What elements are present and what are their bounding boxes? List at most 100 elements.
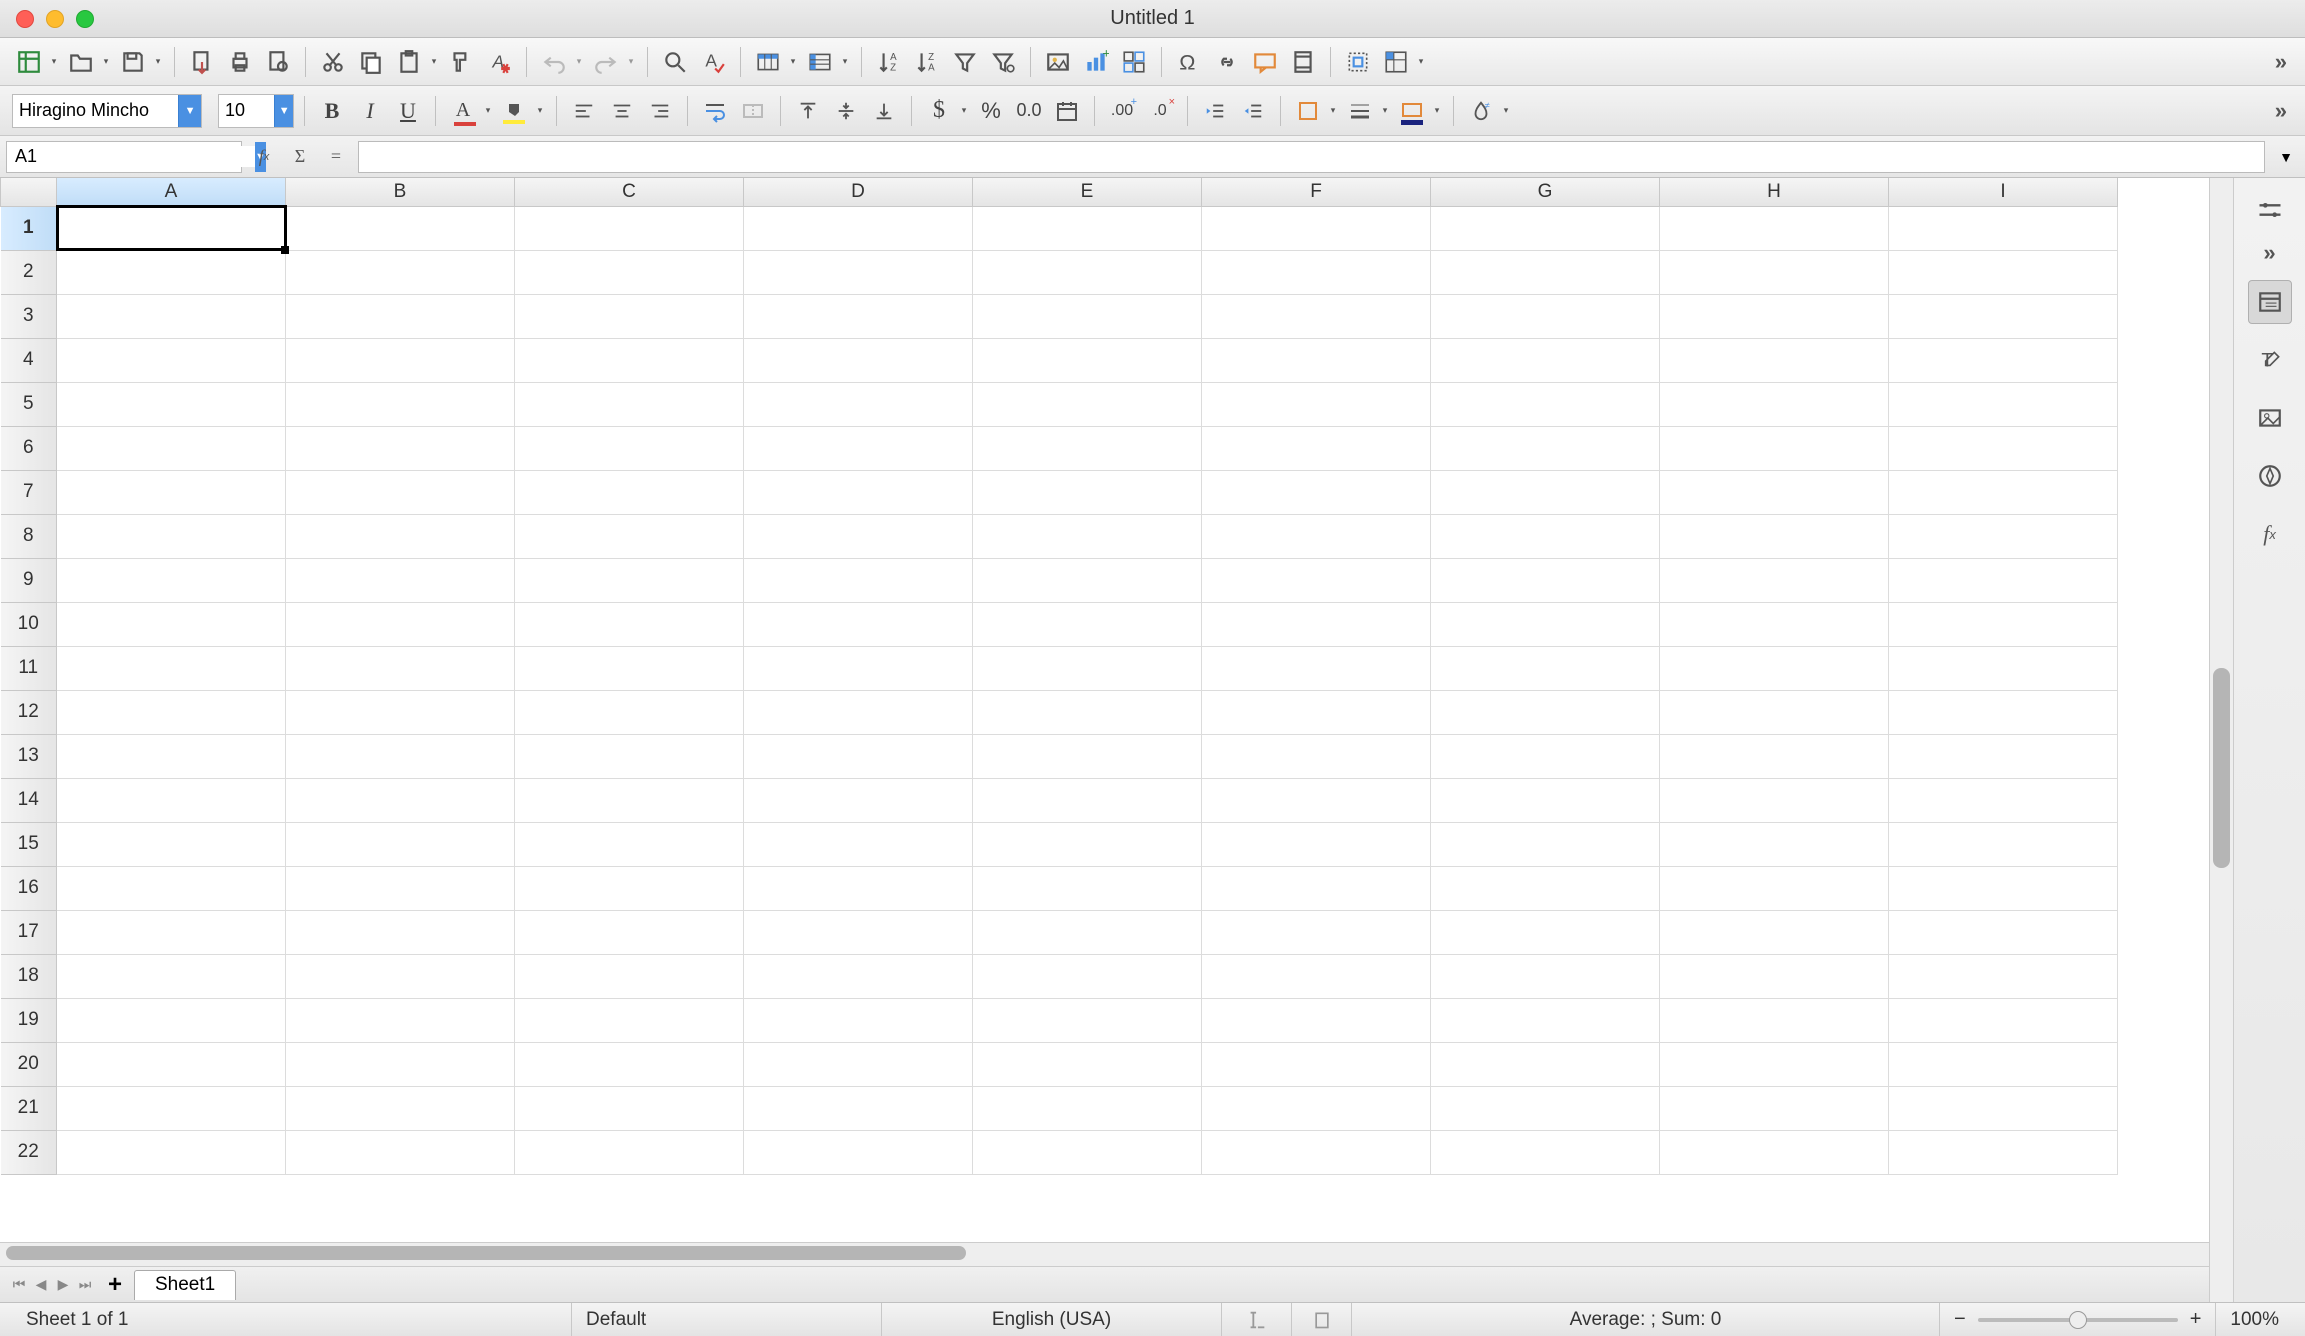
toolbar-overflow-button[interactable]: »: [2269, 49, 2293, 75]
cell-B21[interactable]: [286, 1086, 515, 1130]
cell-H9[interactable]: [1660, 558, 1889, 602]
last-sheet-button[interactable]: ⏭: [74, 1274, 96, 1296]
cell-E5[interactable]: [973, 382, 1202, 426]
insert-hyperlink-button[interactable]: [1210, 45, 1244, 79]
cell-I21[interactable]: [1889, 1086, 2118, 1130]
undo-button[interactable]: [537, 45, 571, 79]
cell-F4[interactable]: [1202, 338, 1431, 382]
highlight-color-dropdown[interactable]: ▾: [534, 94, 546, 128]
cell-D10[interactable]: [744, 602, 973, 646]
cell-C19[interactable]: [515, 998, 744, 1042]
column-header-G[interactable]: G: [1431, 178, 1660, 206]
row-operations-dropdown[interactable]: ▾: [787, 45, 799, 79]
cell-D16[interactable]: [744, 866, 973, 910]
cell-I16[interactable]: [1889, 866, 2118, 910]
export-pdf-button[interactable]: [185, 45, 219, 79]
cell-I20[interactable]: [1889, 1042, 2118, 1086]
cell-B22[interactable]: [286, 1130, 515, 1174]
row-header-7[interactable]: 7: [1, 470, 57, 514]
cell-B15[interactable]: [286, 822, 515, 866]
cell-F15[interactable]: [1202, 822, 1431, 866]
conditional-format-button[interactable]: ≠: [1464, 94, 1498, 128]
redo-button[interactable]: [589, 45, 623, 79]
cell-G6[interactable]: [1431, 426, 1660, 470]
functions-panel-button[interactable]: fx: [2248, 512, 2292, 556]
status-summary[interactable]: Average: ; Sum: 0: [1352, 1303, 1940, 1336]
cell-C8[interactable]: [515, 514, 744, 558]
cell-I15[interactable]: [1889, 822, 2118, 866]
zoom-out-button[interactable]: −: [1950, 1308, 1970, 1331]
row-header-17[interactable]: 17: [1, 910, 57, 954]
cell-G7[interactable]: [1431, 470, 1660, 514]
sort-asc-button[interactable]: AZ: [872, 45, 906, 79]
cell-D11[interactable]: [744, 646, 973, 690]
cell-E9[interactable]: [973, 558, 1202, 602]
column-operations-dropdown[interactable]: ▾: [839, 45, 851, 79]
cell-A18[interactable]: [57, 954, 286, 998]
italic-button[interactable]: I: [353, 94, 387, 128]
align-top-button[interactable]: [791, 94, 825, 128]
cell-B13[interactable]: [286, 734, 515, 778]
row-header-1[interactable]: 1: [1, 206, 57, 250]
insert-chart-button[interactable]: +: [1079, 45, 1113, 79]
cell-I7[interactable]: [1889, 470, 2118, 514]
column-header-I[interactable]: I: [1889, 178, 2118, 206]
row-header-14[interactable]: 14: [1, 778, 57, 822]
cell-A5[interactable]: [57, 382, 286, 426]
cell-G3[interactable]: [1431, 294, 1660, 338]
formatting-overflow-button[interactable]: »: [2269, 98, 2293, 124]
cell-C2[interactable]: [515, 250, 744, 294]
border-style-dropdown[interactable]: ▾: [1379, 94, 1391, 128]
cell-C11[interactable]: [515, 646, 744, 690]
cell-I19[interactable]: [1889, 998, 2118, 1042]
cell-A12[interactable]: [57, 690, 286, 734]
sort-desc-button[interactable]: ZA: [910, 45, 944, 79]
cell-B1[interactable]: [286, 206, 515, 250]
cell-G4[interactable]: [1431, 338, 1660, 382]
column-operations-button[interactable]: [803, 45, 837, 79]
cell-F16[interactable]: [1202, 866, 1431, 910]
cell-A19[interactable]: [57, 998, 286, 1042]
bold-button[interactable]: B: [315, 94, 349, 128]
row-header-2[interactable]: 2: [1, 250, 57, 294]
cell-F14[interactable]: [1202, 778, 1431, 822]
row-header-9[interactable]: 9: [1, 558, 57, 602]
cell-C16[interactable]: [515, 866, 744, 910]
cell-D19[interactable]: [744, 998, 973, 1042]
row-header-19[interactable]: 19: [1, 998, 57, 1042]
headers-footers-button[interactable]: [1286, 45, 1320, 79]
standard-filter-button[interactable]: [986, 45, 1020, 79]
cell-C7[interactable]: [515, 470, 744, 514]
save-button[interactable]: [116, 45, 150, 79]
borders-dropdown[interactable]: ▾: [1327, 94, 1339, 128]
cell-D20[interactable]: [744, 1042, 973, 1086]
cell-I12[interactable]: [1889, 690, 2118, 734]
cell-F9[interactable]: [1202, 558, 1431, 602]
column-header-D[interactable]: D: [744, 178, 973, 206]
font-size-combo[interactable]: ▼: [218, 94, 294, 128]
cell-A17[interactable]: [57, 910, 286, 954]
cell-G8[interactable]: [1431, 514, 1660, 558]
highlight-color-button[interactable]: [498, 94, 532, 128]
cell-H11[interactable]: [1660, 646, 1889, 690]
cell-I22[interactable]: [1889, 1130, 2118, 1174]
autofilter-button[interactable]: [948, 45, 982, 79]
underline-button[interactable]: U: [391, 94, 425, 128]
cell-G9[interactable]: [1431, 558, 1660, 602]
cell-D22[interactable]: [744, 1130, 973, 1174]
prev-sheet-button[interactable]: ◀: [30, 1274, 52, 1296]
cell-G16[interactable]: [1431, 866, 1660, 910]
align-center-button[interactable]: [605, 94, 639, 128]
status-language[interactable]: English (USA): [882, 1303, 1222, 1336]
cell-C21[interactable]: [515, 1086, 744, 1130]
font-color-button[interactable]: A: [446, 94, 480, 128]
sidebar-overflow-button[interactable]: »: [2263, 240, 2275, 266]
cell-G15[interactable]: [1431, 822, 1660, 866]
cell-C20[interactable]: [515, 1042, 744, 1086]
cell-H7[interactable]: [1660, 470, 1889, 514]
row-header-15[interactable]: 15: [1, 822, 57, 866]
cell-C22[interactable]: [515, 1130, 744, 1174]
save-dropdown[interactable]: ▾: [152, 45, 164, 79]
sum-button[interactable]: Σ: [286, 143, 314, 171]
cell-A21[interactable]: [57, 1086, 286, 1130]
